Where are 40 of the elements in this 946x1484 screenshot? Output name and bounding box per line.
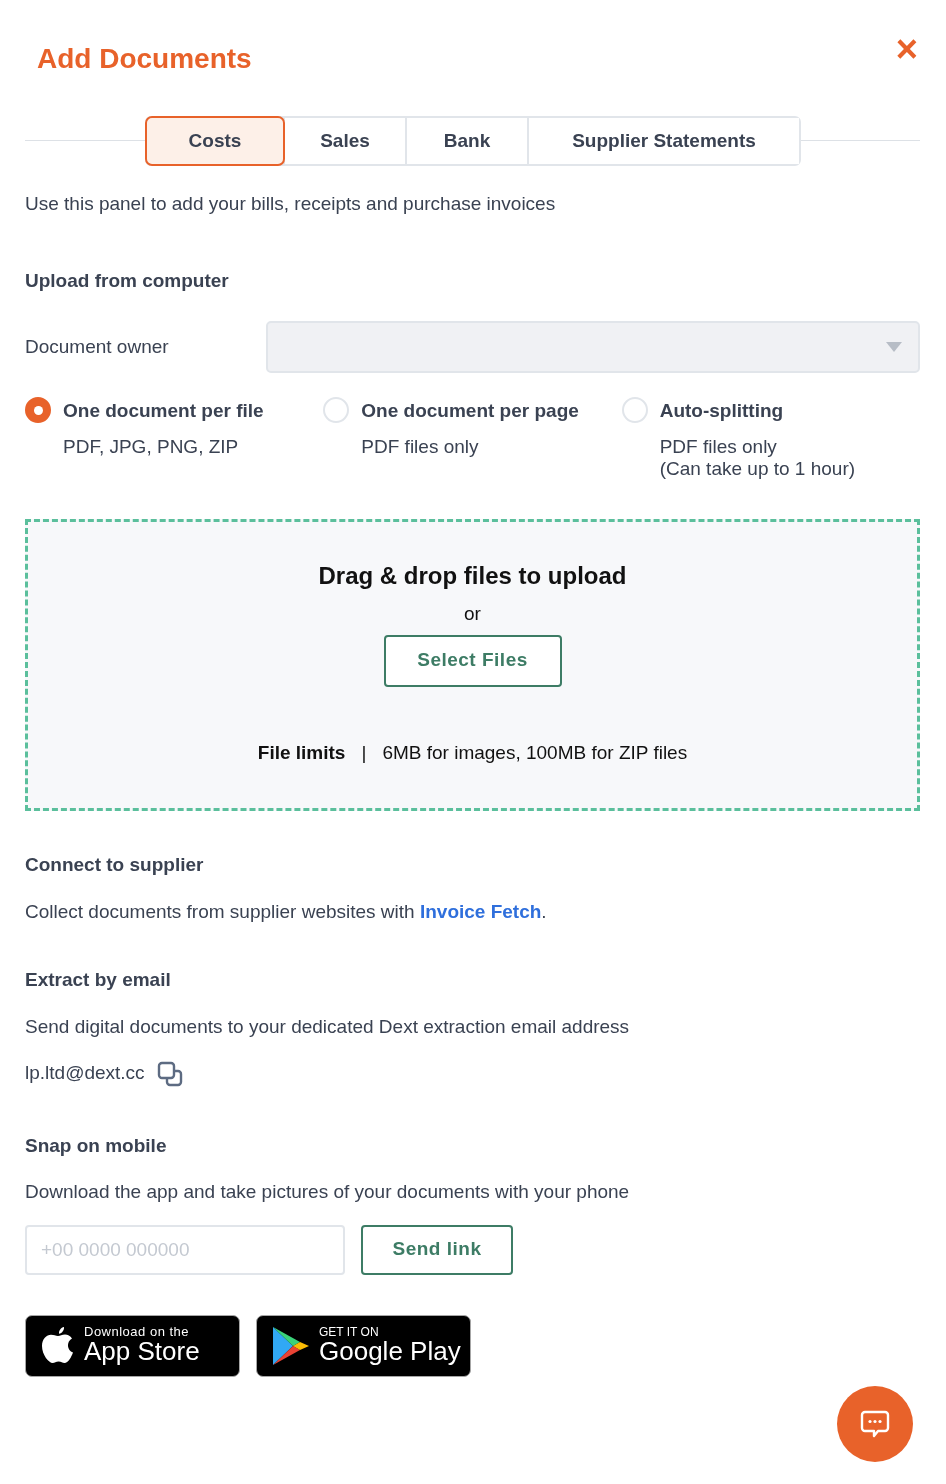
section-heading: Extract by email	[25, 968, 172, 993]
invoice-fetch-link[interactable]: Invoice Fetch	[419, 900, 542, 922]
badge-small-text: Download on the	[84, 1325, 191, 1339]
or-text: or	[464, 602, 481, 627]
option-label: Auto-splitting	[659, 399, 785, 423]
option-description: PDF files only (Can take up to 1 hour)	[659, 435, 856, 482]
option-label: One document per file	[63, 399, 264, 423]
badge-store-name: App Store	[84, 1338, 200, 1366]
badge-store-name: Google Play	[319, 1337, 461, 1366]
limits-text: 6MB for images, 100MB for ZIP files	[382, 740, 688, 765]
section-heading: Connect to supplier	[25, 853, 205, 878]
dialog-title: Add Documents	[37, 42, 252, 76]
store-badge[interactable]: GET IT ON Google Play	[256, 1314, 471, 1377]
section-heading: Snap on mobile	[25, 1133, 168, 1158]
tab[interactable]: Supplier Statements	[527, 118, 799, 164]
dropdown-arrow-icon	[886, 342, 902, 352]
tab[interactable]: Costs	[147, 118, 283, 164]
phone-field[interactable]: +00 0000 000000	[25, 1224, 345, 1275]
copy-icon[interactable]	[156, 1061, 183, 1088]
send-link-button[interactable]: Send link	[361, 1224, 513, 1275]
drop-zone[interactable]: Drag & drop files to upload or Select Files File limits | 6MB for images, 100MB for ZIP files	[25, 519, 920, 812]
supplier-text: Collect documents from supplier websites with Invoice Fetch.	[25, 899, 548, 924]
option-description: PDF, JPG, PNG, ZIP	[63, 435, 240, 459]
email-text: Send digital documents to your dedicated Dext extraction email address	[25, 1014, 631, 1039]
play-icon	[271, 1324, 311, 1367]
dropzone-heading: Drag & drop files to upload	[318, 561, 627, 592]
badge-small-text: GET IT ON	[319, 1325, 380, 1338]
option-description: PDF files only	[361, 435, 480, 459]
select-files-button[interactable]: Select Files	[383, 634, 562, 687]
chat-icon	[860, 1409, 890, 1439]
intro-text: Use this panel to add your bills, receipts and purchase invoices	[25, 192, 557, 216]
limits-label: File limits	[257, 740, 346, 765]
mobile-text: Download the app and take pictures of your documents with your phone	[25, 1180, 631, 1205]
separator: |	[361, 740, 367, 765]
radio-button[interactable]	[25, 397, 51, 423]
store-badge[interactable]: Download on the App Store	[25, 1314, 240, 1377]
field-label: Document owner	[25, 334, 169, 359]
section-heading: Upload from computer	[25, 268, 230, 293]
option-label: One document per page	[361, 399, 579, 423]
email-address: lp.ltd@dext.cc	[25, 1061, 145, 1086]
